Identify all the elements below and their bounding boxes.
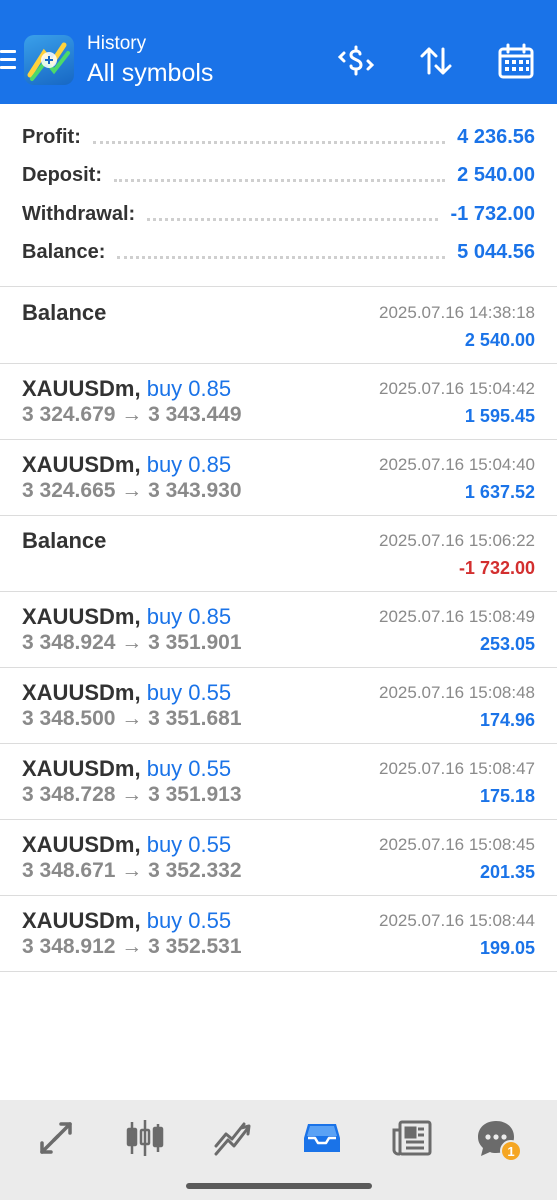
row-date: 2025.07.16 15:08:44 [379, 911, 535, 930]
row-prices: 3 348.924 → 3 351.901 [22, 631, 242, 654]
history-row-balance[interactable]: Balance 2025.07.16 15:06:22 -1 732.00 [0, 516, 557, 592]
history-icon[interactable] [296, 1112, 348, 1164]
row-amount: 1 637.52 [464, 482, 535, 502]
row-title: XAUUSDm, buy 0.55 [22, 832, 232, 857]
row-action: buy 0.55 [146, 680, 232, 705]
row-amount: 253.05 [479, 634, 535, 654]
row-title: XAUUSDm, buy 0.55 [22, 908, 232, 933]
row-prices: 3 348.671 → 3 352.332 [22, 859, 242, 882]
row-date: 2025.07.16 15:08:45 [379, 835, 535, 854]
row-date: 2025.07.16 15:04:42 [379, 379, 535, 398]
summary-profit: Profit: 4 236.56 [22, 118, 535, 156]
row-amount: -1 732.00 [458, 558, 535, 578]
row-title: XAUUSDm, buy 0.55 [22, 680, 232, 705]
row-prices: 3 348.728 → 3 351.913 [22, 783, 242, 806]
messages-icon[interactable]: 1 [470, 1112, 522, 1164]
summary-value: 2 540.00 [457, 163, 535, 186]
top-app-bar: History All symbols [0, 0, 557, 104]
row-amount: 175.18 [479, 786, 535, 806]
row-title: XAUUSDm, buy 0.85 [22, 604, 232, 629]
history-row-deal[interactable]: XAUUSDm, buy 0.85 3 348.924 → 3 351.901 … [0, 592, 557, 668]
row-action: buy 0.55 [146, 832, 232, 857]
menu-icon[interactable] [0, 50, 18, 74]
calendar-icon[interactable] [495, 40, 537, 82]
home-indicator[interactable] [186, 1183, 372, 1189]
row-prices: 3 324.679 → 3 343.449 [22, 403, 242, 426]
history-summary: Profit: 4 236.56 Deposit: 2 540.00 Withd… [0, 104, 557, 287]
summary-label: Profit: [22, 125, 81, 148]
symbol-filter[interactable]: All symbols [87, 56, 213, 90]
history-row-deal[interactable]: XAUUSDm, buy 0.55 3 348.728 → 3 351.913 … [0, 744, 557, 820]
history-row-balance[interactable]: Balance 2025.07.16 14:38:18 2 540.00 [0, 288, 557, 364]
row-amount: 174.96 [479, 710, 535, 730]
summary-deposit: Deposit: 2 540.00 [22, 156, 535, 194]
summary-withdrawal: Withdrawal: -1 732.00 [22, 195, 535, 233]
history-row-deal[interactable]: XAUUSDm, buy 0.55 3 348.671 → 3 352.332 … [0, 820, 557, 896]
row-title: XAUUSDm, buy 0.85 [22, 452, 232, 477]
screen-title: History [87, 33, 147, 54]
row-amount: 2 540.00 [464, 330, 535, 350]
summary-label: Deposit: [22, 163, 102, 186]
summary-balance: Balance: 5 044.56 [22, 233, 535, 271]
dotted-leader [114, 178, 446, 182]
history-row-deal[interactable]: XAUUSDm, buy 0.85 3 324.665 → 3 343.930 … [0, 440, 557, 516]
sort-icon[interactable] [415, 40, 457, 82]
row-date: 2025.07.16 15:08:48 [379, 683, 535, 702]
row-date: 2025.07.16 15:08:47 [379, 759, 535, 778]
app-logo [24, 35, 74, 85]
dotted-leader [92, 140, 446, 144]
history-row-deal[interactable]: XAUUSDm, buy 0.55 3 348.500 → 3 351.681 … [0, 668, 557, 744]
row-amount: 201.35 [479, 862, 535, 882]
row-title: Balance [22, 300, 107, 325]
row-amount: 1 595.45 [464, 406, 535, 426]
row-prices: 3 348.500 → 3 351.681 [22, 707, 242, 730]
unread-badge: 1 [500, 1140, 522, 1162]
currency-filter-icon[interactable] [335, 40, 377, 82]
trade-icon[interactable] [207, 1112, 259, 1164]
news-icon[interactable] [386, 1112, 438, 1164]
row-action: buy 0.85 [146, 452, 232, 477]
dotted-leader [117, 255, 446, 259]
row-action: buy 0.55 [146, 908, 232, 933]
summary-label: Balance: [22, 240, 106, 263]
row-action: buy 0.85 [146, 604, 232, 629]
row-date: 2025.07.16 15:06:22 [379, 531, 535, 550]
summary-value: 5 044.56 [457, 240, 535, 263]
summary-value: 4 236.56 [457, 125, 535, 148]
dotted-leader [147, 217, 439, 221]
row-action: buy 0.85 [146, 376, 232, 401]
summary-value: -1 732.00 [450, 202, 535, 225]
row-prices: 3 324.665 → 3 343.930 [22, 479, 242, 502]
row-amount: 199.05 [479, 938, 535, 958]
history-row-deal[interactable]: XAUUSDm, buy 0.55 3 348.912 → 3 352.531 … [0, 896, 557, 972]
row-title: Balance [22, 528, 107, 553]
row-date: 2025.07.16 15:04:40 [379, 455, 535, 474]
row-prices: 3 348.912 → 3 352.531 [22, 935, 242, 958]
row-date: 2025.07.16 14:38:18 [379, 303, 535, 322]
row-date: 2025.07.16 15:08:49 [379, 607, 535, 626]
history-row-deal[interactable]: XAUUSDm, buy 0.85 3 324.679 → 3 343.449 … [0, 364, 557, 440]
row-title: XAUUSDm, buy 0.85 [22, 376, 232, 401]
chart-icon[interactable] [119, 1112, 171, 1164]
quotes-icon[interactable] [30, 1112, 82, 1164]
row-title: XAUUSDm, buy 0.55 [22, 756, 232, 781]
row-action: buy 0.55 [146, 756, 232, 781]
summary-label: Withdrawal: [22, 202, 136, 225]
